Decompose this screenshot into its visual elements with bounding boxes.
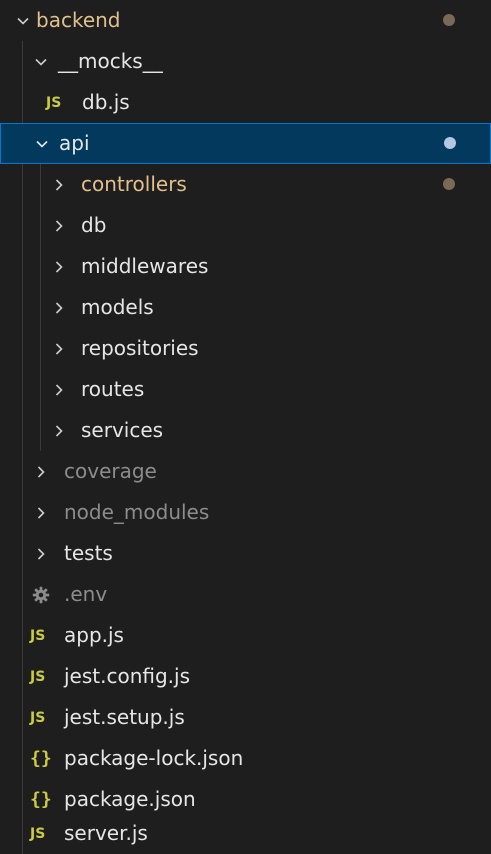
chevron-right-icon	[48, 205, 70, 246]
tree-file-env[interactable]: .env	[0, 574, 491, 615]
indent-guide	[22, 246, 23, 287]
tree-folder-label: controllers	[81, 172, 187, 196]
tree-file-mocks-db-js[interactable]: JS db.js	[0, 82, 491, 123]
tree-folder-tests[interactable]: tests	[0, 533, 491, 574]
tree-folder-routes[interactable]: routes	[0, 369, 491, 410]
indent-guide	[22, 205, 23, 246]
indent-guide	[22, 287, 23, 328]
indent-guide	[22, 451, 23, 492]
tree-file-label: server.js	[64, 821, 148, 845]
tree-file-label: package-lock.json	[64, 746, 244, 770]
indent-guide	[40, 328, 41, 369]
indent-guide	[22, 813, 23, 854]
indent-guide	[40, 205, 41, 246]
chevron-right-icon	[30, 451, 52, 492]
gear-icon	[30, 574, 52, 615]
indent-guide	[22, 656, 23, 697]
modified-dot	[444, 137, 456, 149]
tree-folder-label: repositories	[81, 336, 199, 360]
chevron-right-icon	[30, 492, 52, 533]
indent-guide	[22, 533, 23, 574]
tree-file-jest-setup-js[interactable]: JS jest.setup.js	[0, 697, 491, 738]
chevron-right-icon	[48, 328, 70, 369]
indent-guide	[22, 164, 23, 205]
indent-guide	[22, 615, 23, 656]
tree-file-label: app.js	[64, 623, 124, 647]
tree-file-label: .env	[64, 582, 108, 606]
indent-guide	[40, 246, 41, 287]
chevron-down-icon	[30, 41, 52, 82]
javascript-file-icon: JS	[30, 668, 46, 685]
indent-guide	[22, 410, 23, 451]
tree-folder-label: tests	[64, 541, 113, 565]
indent-guide	[40, 410, 41, 451]
chevron-right-icon	[48, 369, 70, 410]
modified-dot	[443, 14, 455, 26]
tree-file-label: db.js	[82, 90, 130, 114]
javascript-file-icon: JS	[30, 627, 46, 644]
tree-file-package-lock-json[interactable]: {} package-lock.json	[0, 738, 491, 779]
chevron-right-icon	[48, 410, 70, 451]
tree-folder-label: __mocks__	[58, 49, 163, 73]
indent-guide	[22, 738, 23, 779]
indent-guide	[40, 287, 41, 328]
tree-folder-coverage[interactable]: coverage	[0, 451, 491, 492]
indent-guide	[22, 41, 23, 82]
indent-guide	[22, 82, 23, 123]
javascript-file-icon: JS	[30, 709, 46, 726]
tree-folder-db[interactable]: db	[0, 205, 491, 246]
tree-folder-label: routes	[81, 377, 145, 401]
tree-file-jest-config-js[interactable]: JS jest.config.js	[0, 656, 491, 697]
tree-folder-services[interactable]: services	[0, 410, 491, 451]
tree-folder-label: services	[81, 418, 164, 442]
chevron-right-icon	[48, 246, 70, 287]
indent-guide	[22, 328, 23, 369]
indent-guide	[22, 574, 23, 615]
modified-dot	[443, 178, 455, 190]
chevron-right-icon	[48, 287, 70, 328]
chevron-down-icon	[31, 123, 53, 164]
tree-folder-api[interactable]: api	[0, 123, 491, 164]
tree-file-server-js[interactable]: JS server.js	[0, 813, 491, 854]
tree-folder-label: models	[81, 295, 154, 319]
tree-file-app-js[interactable]: JS app.js	[0, 615, 491, 656]
javascript-file-icon: JS	[30, 825, 46, 842]
tree-folder-node-modules[interactable]: node_modules	[0, 492, 491, 533]
javascript-file-icon: JS	[46, 94, 62, 111]
indent-guide	[40, 369, 41, 410]
chevron-down-icon	[12, 0, 34, 41]
tree-folder-models[interactable]: models	[0, 287, 491, 328]
tree-folder-repositories[interactable]: repositories	[0, 328, 491, 369]
json-file-icon: {}	[30, 748, 52, 769]
tree-folder-mocks[interactable]: __mocks__	[0, 41, 491, 82]
tree-folder-label: coverage	[64, 459, 157, 483]
indent-guide	[22, 369, 23, 410]
tree-folder-label: api	[59, 131, 90, 155]
tree-folder-backend[interactable]: backend	[0, 0, 491, 41]
tree-folder-middlewares[interactable]: middlewares	[0, 246, 491, 287]
indent-guide	[22, 492, 23, 533]
tree-file-label: jest.setup.js	[64, 705, 185, 729]
chevron-right-icon	[30, 533, 52, 574]
tree-folder-controllers[interactable]: controllers	[0, 164, 491, 205]
tree-folder-label: db	[81, 213, 107, 237]
tree-folder-label: middlewares	[81, 254, 209, 278]
tree-file-label: jest.config.js	[64, 664, 191, 688]
file-explorer-tree: backend __mocks__ JS db.js api controlle…	[0, 0, 491, 854]
tree-folder-label: backend	[36, 8, 121, 32]
chevron-right-icon	[48, 164, 70, 205]
tree-folder-label: node_modules	[64, 500, 210, 524]
indent-guide	[22, 697, 23, 738]
indent-guide	[40, 164, 41, 205]
